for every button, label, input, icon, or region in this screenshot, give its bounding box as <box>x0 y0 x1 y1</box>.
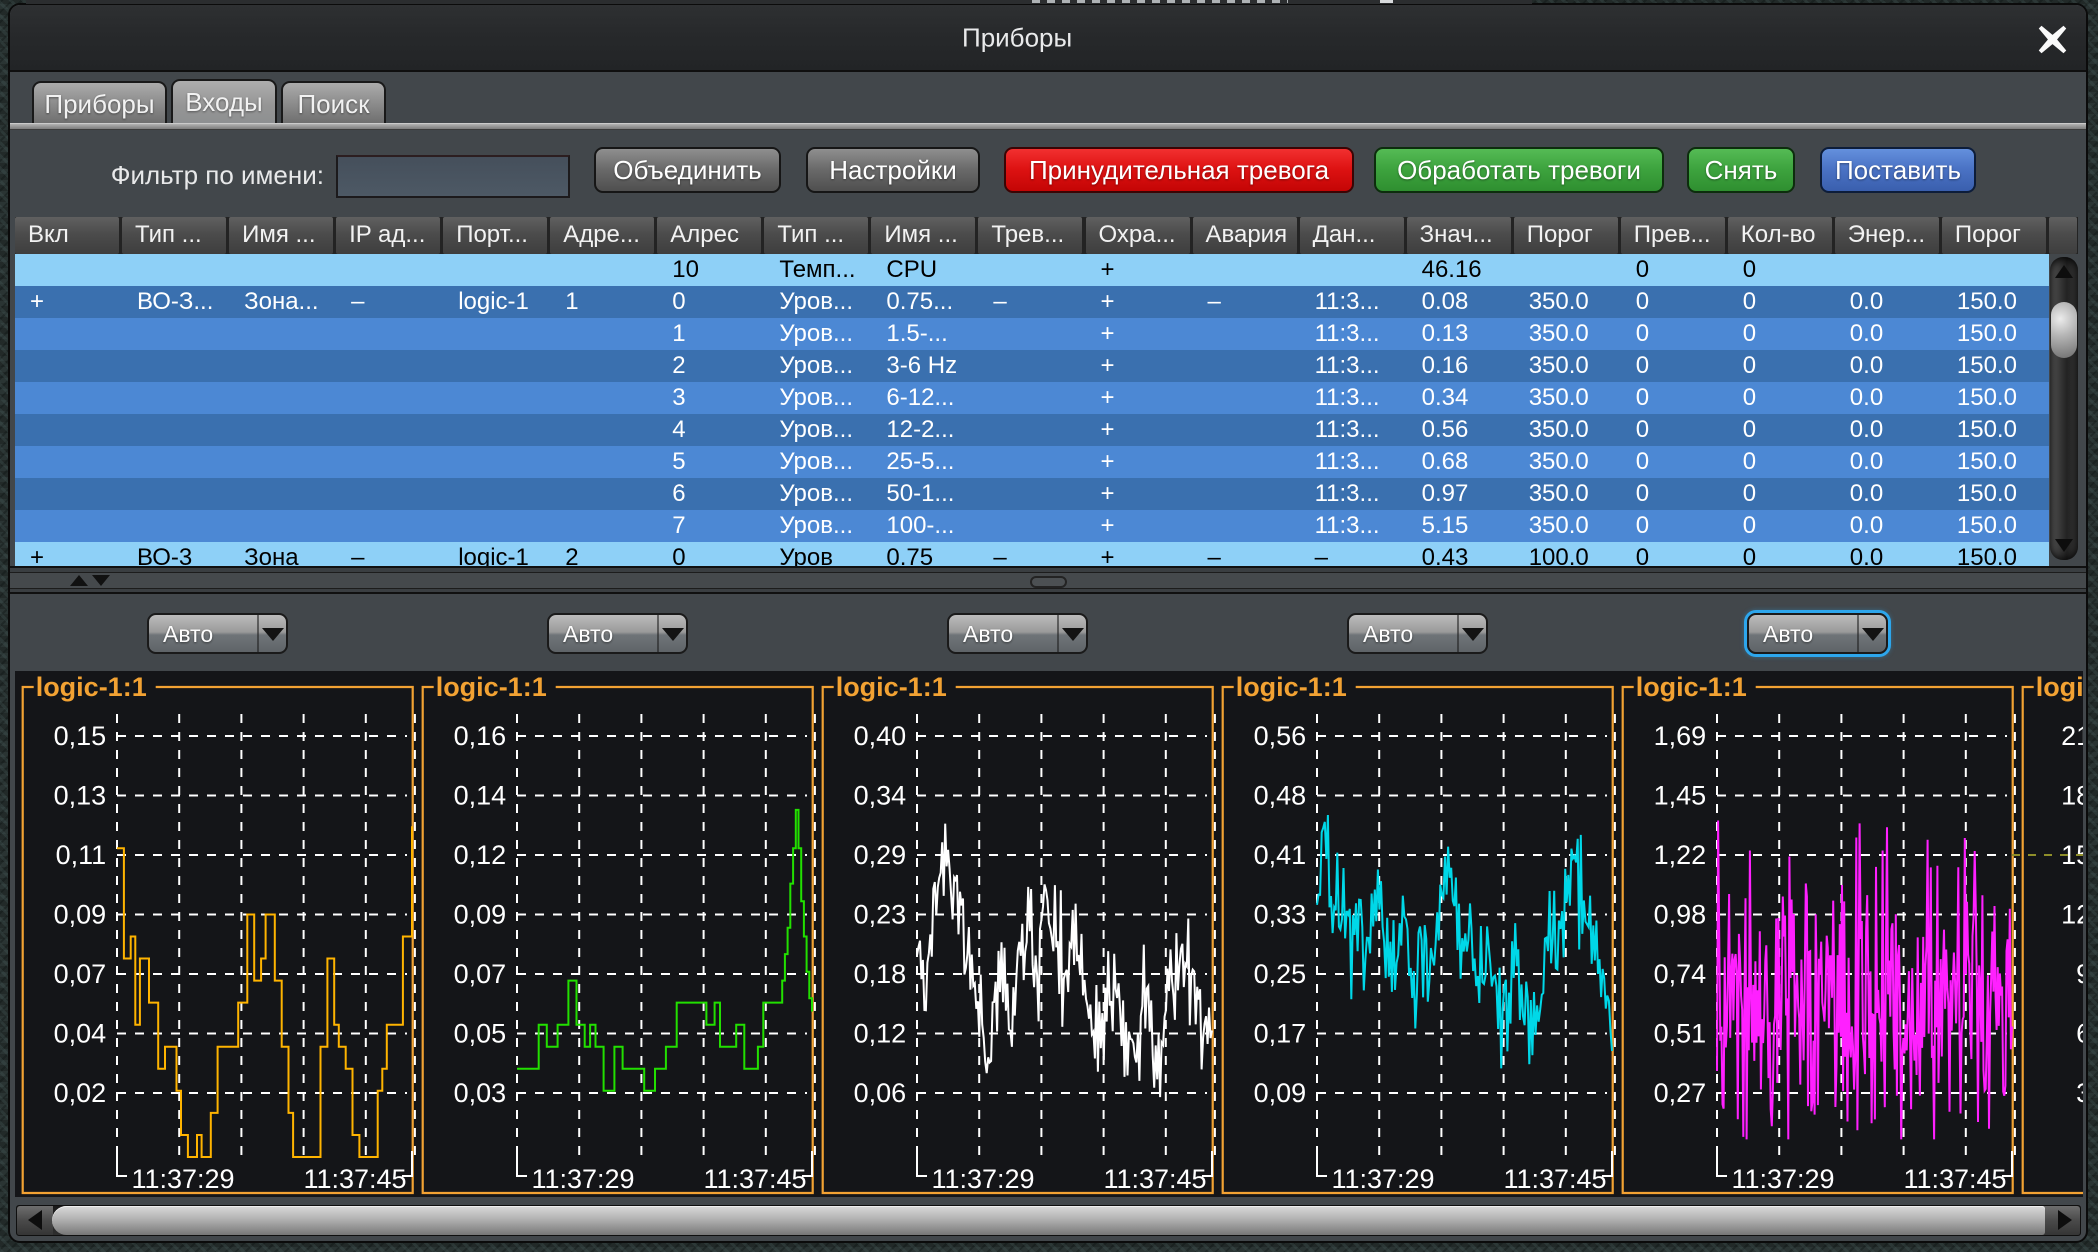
svg-text:0,41: 0,41 <box>1254 840 1307 870</box>
svg-text:0,23: 0,23 <box>854 900 907 930</box>
svg-text:0,33: 0,33 <box>1254 900 1307 930</box>
svg-text:0,09: 0,09 <box>454 900 507 930</box>
svg-text:0,09: 0,09 <box>54 900 107 930</box>
svg-text:11:37:29: 11:37:29 <box>531 1164 634 1194</box>
svg-text:logic-1:1: logic-1:1 <box>836 672 947 702</box>
svg-text:11:37:45: 11:37:45 <box>1103 1164 1206 1194</box>
svg-text:0,05: 0,05 <box>454 1019 507 1049</box>
svg-text:11:37:45: 11:37:45 <box>1903 1164 2006 1194</box>
svg-text:0,17: 0,17 <box>1254 1019 1307 1049</box>
svg-text:11:37:29: 11:37:29 <box>131 1164 234 1194</box>
svg-text:0,25: 0,25 <box>1254 959 1307 989</box>
svg-text:0,12: 0,12 <box>854 1019 907 1049</box>
svg-text:11:37:29: 11:37:29 <box>1731 1164 1834 1194</box>
svg-text:120: 120 <box>2061 900 2083 930</box>
svg-text:1,45: 1,45 <box>1654 781 1707 811</box>
svg-text:210: 210 <box>2061 721 2083 751</box>
svg-text:30: 30 <box>2076 1078 2083 1108</box>
svg-text:0,16: 0,16 <box>454 721 507 751</box>
svg-text:0,27: 0,27 <box>1654 1078 1707 1108</box>
svg-text:0,51: 0,51 <box>1654 1019 1707 1049</box>
svg-text:0,06: 0,06 <box>854 1078 907 1108</box>
svg-text:logic-1:1: logic-1:1 <box>1236 672 1347 702</box>
svg-text:0,98: 0,98 <box>1654 900 1707 930</box>
svg-text:0,03: 0,03 <box>454 1078 507 1108</box>
svg-text:0,18: 0,18 <box>854 959 907 989</box>
svg-text:90: 90 <box>2076 959 2083 989</box>
svg-text:0,34: 0,34 <box>854 781 907 811</box>
svg-text:11:37:45: 11:37:45 <box>303 1164 406 1194</box>
svg-text:0,29: 0,29 <box>854 840 907 870</box>
svg-text:logic-1:1: logic-1:1 <box>436 672 547 702</box>
svg-text:0,07: 0,07 <box>54 959 107 989</box>
svg-text:11:37:45: 11:37:45 <box>1503 1164 1606 1194</box>
svg-text:0,07: 0,07 <box>454 959 507 989</box>
svg-text:0,48: 0,48 <box>1254 781 1307 811</box>
svg-text:0,02: 0,02 <box>54 1078 107 1108</box>
svg-text:logic-1:1: logic-1:1 <box>1636 672 1747 702</box>
svg-text:180: 180 <box>2061 781 2083 811</box>
svg-text:60: 60 <box>2076 1019 2083 1049</box>
svg-text:0,14: 0,14 <box>454 781 507 811</box>
svg-text:0,15: 0,15 <box>54 721 107 751</box>
svg-text:1,69: 1,69 <box>1654 721 1707 751</box>
svg-text:0,12: 0,12 <box>454 840 507 870</box>
svg-text:0,13: 0,13 <box>54 781 107 811</box>
svg-text:logic-1:1: logic-1:1 <box>2036 672 2083 702</box>
svg-text:11:37:29: 11:37:29 <box>1331 1164 1434 1194</box>
svg-text:0,11: 0,11 <box>56 840 107 870</box>
svg-text:0,04: 0,04 <box>54 1019 107 1049</box>
svg-text:0,40: 0,40 <box>854 721 907 751</box>
svg-text:0,56: 0,56 <box>1254 721 1307 751</box>
svg-text:0,09: 0,09 <box>1254 1078 1307 1108</box>
svg-text:0,74: 0,74 <box>1654 959 1707 989</box>
svg-text:11:37:29: 11:37:29 <box>931 1164 1034 1194</box>
svg-text:1,22: 1,22 <box>1654 840 1707 870</box>
svg-text:logic-1:1: logic-1:1 <box>36 672 147 702</box>
svg-text:11:37:45: 11:37:45 <box>703 1164 806 1194</box>
